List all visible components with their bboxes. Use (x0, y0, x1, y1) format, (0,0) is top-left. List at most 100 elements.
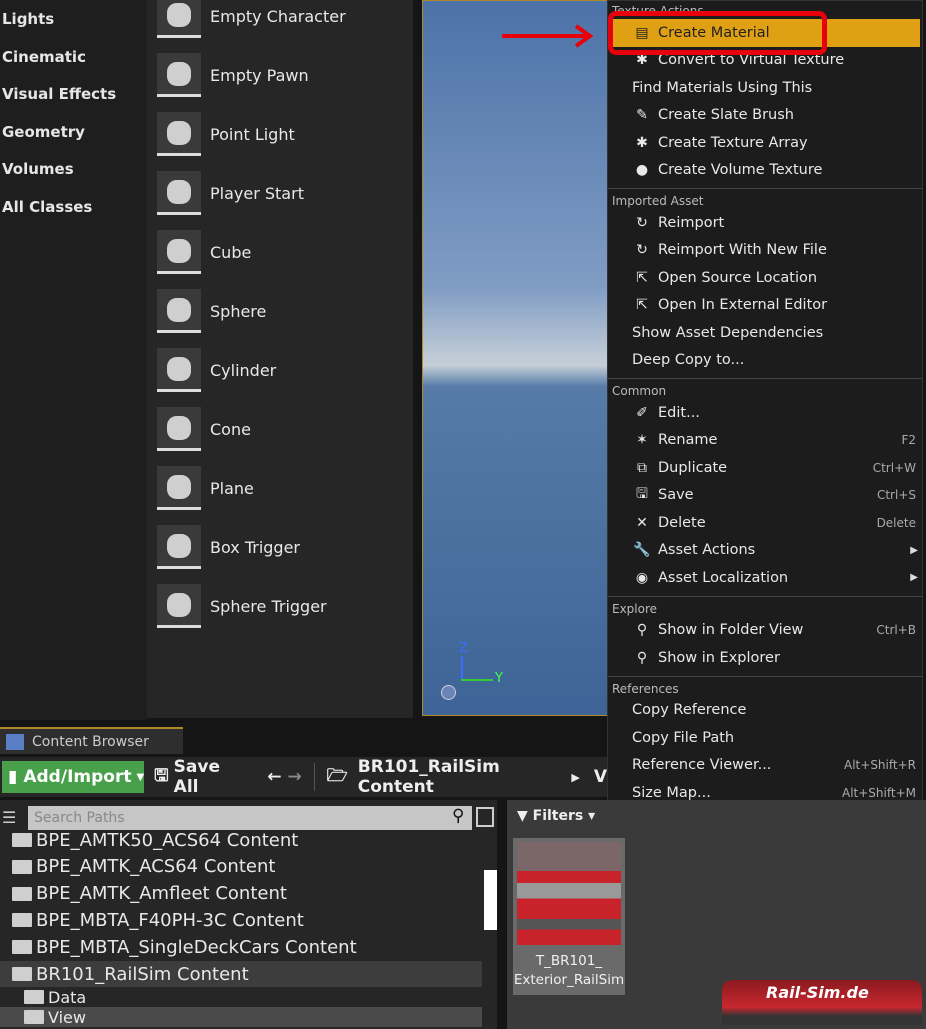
menu-item[interactable]: 🔧 Asset Actions ▶ (608, 537, 922, 565)
edit-icon: ✐ (636, 404, 648, 421)
actor-item[interactable]: Plane (157, 465, 407, 511)
tree-item[interactable]: View (0, 1007, 482, 1027)
actor-item[interactable]: Box Trigger (157, 524, 407, 570)
menu-item[interactable]: ⚲ Show in Explorer (608, 644, 922, 672)
submenu-arrow-icon: ▶ (910, 572, 918, 584)
menu-item-shortcut: Ctrl+B (876, 623, 916, 638)
tree-item[interactable]: BR101_RailSim Content (0, 961, 482, 987)
tree-item[interactable]: BPE_MBTA_F40PH-3C Content (0, 907, 482, 933)
filters-button[interactable]: ▼ Filters ▾ (517, 808, 595, 824)
menu-item-label: Find Materials Using This (632, 79, 813, 96)
folder-icon (12, 859, 32, 874)
menu-item[interactable]: Find Materials Using This (608, 74, 922, 102)
scrollbar[interactable] (484, 870, 497, 930)
actor-label: Empty Character (210, 6, 346, 26)
menu-item-label: Reference Viewer... (632, 757, 772, 774)
chevron-down-icon: ▼ (136, 771, 145, 783)
menu-item[interactable]: ◉ Asset Localization ▶ (608, 564, 922, 592)
category-item[interactable]: Volumes (2, 157, 74, 181)
actor-icon (157, 584, 201, 628)
reimport-icon: ↻ (636, 214, 648, 231)
menu-item[interactable]: ✕ Delete Delete (608, 509, 922, 537)
menu-item[interactable]: ● Create Volume Texture (608, 157, 922, 185)
menu-item[interactable]: ✱ Create Texture Array (608, 129, 922, 157)
reimport-icon: ↻ (636, 242, 648, 259)
menu-item[interactable]: ✐ Edit... (608, 399, 922, 427)
category-item[interactable]: All Classes (2, 195, 92, 219)
menu-item[interactable]: ✎ Create Slate Brush (608, 102, 922, 130)
content-browser-toolbar: ▮ Add/Import ▼ 🖫 Save All ← → 🗁 BR101_RailS… (0, 757, 607, 797)
breadcrumb-root[interactable]: BR101_RailSim Content (358, 757, 556, 797)
actor-item[interactable]: Empty Pawn (157, 52, 407, 98)
actor-icon (157, 171, 201, 215)
axis-z-label: Z (459, 641, 468, 656)
menu-item[interactable]: Copy File Path (608, 724, 922, 752)
actor-label: Cylinder (210, 360, 277, 380)
menu-item[interactable]: Deep Copy to... (608, 347, 922, 375)
menu-item-label: Size Map... (632, 784, 711, 801)
menu-item[interactable]: ⧉ Duplicate Ctrl+W (608, 454, 922, 482)
actor-item[interactable]: Cylinder (157, 347, 407, 393)
actor-item[interactable]: Point Light (157, 111, 407, 157)
menu-item[interactable]: 🖫 Save Ctrl+S (608, 482, 922, 510)
menu-separator (608, 675, 922, 677)
actor-item[interactable]: Cone (157, 406, 407, 452)
menu-item[interactable]: ↻ Reimport With New File (608, 237, 922, 265)
tree-item[interactable]: Data (0, 987, 482, 1007)
texture-thumbnail (517, 842, 621, 945)
actor-icon (157, 53, 201, 97)
menu-item[interactable]: Show Asset Dependencies (608, 319, 922, 347)
actor-item[interactable]: Sphere Trigger (157, 583, 407, 629)
breadcrumb-view[interactable]: V (594, 767, 607, 787)
back-button[interactable]: ← (267, 767, 281, 787)
tab-content-browser[interactable]: Content Browser (0, 727, 183, 754)
viewport[interactable]: Z Y (422, 0, 608, 716)
menu-item[interactable]: ⇱ Open In External Editor (608, 292, 922, 320)
menu-item-label: Create Volume Texture (658, 162, 823, 179)
menu-item-label: Asset Actions (658, 542, 756, 559)
tree-item-label: BR101_RailSim Content (36, 963, 249, 985)
actor-label: Sphere (210, 301, 267, 321)
view-options-icon[interactable] (476, 807, 494, 827)
menu-item-label: Reimport (658, 214, 725, 231)
category-item[interactable]: Geometry (2, 120, 85, 144)
menu-item[interactable]: ⚲ Show in Folder View Ctrl+B (608, 617, 922, 645)
menu-item[interactable]: Reference Viewer... Alt+Shift+R (608, 752, 922, 780)
menu-item-label: Create Slate Brush (658, 107, 794, 124)
actor-label: Box Trigger (210, 537, 301, 557)
delete-icon: ✕ (636, 514, 648, 531)
add-import-button[interactable]: ▮ Add/Import ▼ (2, 761, 145, 793)
tree-item[interactable]: BPE_AMTK_Amfleet Content (0, 881, 482, 907)
menu-item[interactable]: ✶ Rename F2 (608, 427, 922, 455)
menu-item[interactable]: ⇱ Open Source Location (608, 264, 922, 292)
menu-item[interactable]: Copy Reference (608, 697, 922, 725)
tree-item[interactable]: BPE_MBTA_SingleDeckCars Content (0, 934, 482, 960)
actor-item[interactable]: Player Start (157, 170, 407, 216)
save-icon: 🖫 (154, 765, 169, 786)
category-item[interactable]: Cinematic (2, 45, 86, 69)
folder-icon (24, 1010, 44, 1024)
category-list: Lights Cinematic Visual Effects Geometry Vol… (0, 0, 147, 720)
menu-separator (608, 595, 922, 597)
category-item[interactable]: Visual Effects (2, 82, 116, 106)
menu-section-header: Common (612, 384, 667, 398)
menu-item-label: Rename (658, 432, 718, 449)
help-icon[interactable] (441, 685, 456, 700)
menu-item[interactable]: ↻ Reimport (608, 209, 922, 237)
tree-item[interactable]: BPE_AMTK_ACS64 Content (0, 854, 482, 880)
tree-toggle-icon[interactable]: ☰ (2, 808, 16, 827)
actor-item[interactable]: Sphere (157, 288, 407, 334)
folder-icon (12, 940, 32, 955)
tree-item-label: BPE_AMTK_ACS64 Content (36, 856, 276, 878)
menu-item-label: Show in Explorer (658, 649, 780, 666)
menu-item-label: Show in Folder View (658, 622, 804, 639)
forward-button[interactable]: → (288, 767, 302, 787)
magnifier-icon: ⚲ (636, 622, 648, 639)
actor-label: Cube (210, 242, 252, 262)
save-all-button[interactable]: 🖫 Save All (154, 757, 239, 797)
category-item[interactable]: Lights (2, 7, 54, 31)
tree-item[interactable]: BPE_AMTK50_ACS64 Content (0, 827, 482, 853)
actor-item[interactable]: Empty Character (157, 0, 407, 39)
menu-item-shortcut: Ctrl+W (872, 460, 916, 475)
actor-item[interactable]: Cube (157, 229, 407, 275)
